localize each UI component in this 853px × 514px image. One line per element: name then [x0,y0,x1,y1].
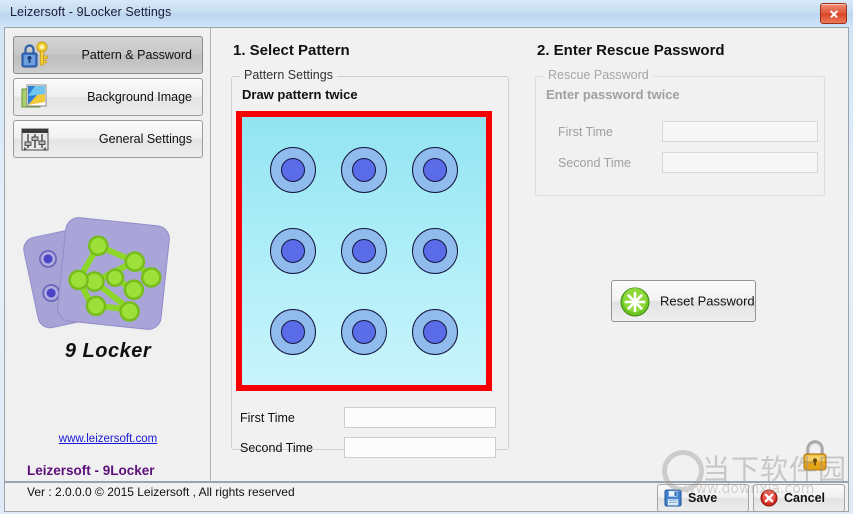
cancel-label: Cancel [784,491,825,505]
pattern-dot-core [351,320,376,345]
green-burst-icon [620,287,650,317]
product-name: 9 Locker [64,340,152,362]
image-icon [19,82,51,112]
pattern-dot[interactable] [411,309,458,356]
pattern-second-time-row: Second Time [240,437,510,459]
lock-key-icon [19,40,51,70]
pattern-dot-core [422,320,447,345]
reset-password-button[interactable]: Reset Password [611,280,756,322]
pattern-column: 1. Select Pattern Pattern Settings Draw … [227,28,517,481]
pattern-dot[interactable] [340,146,387,193]
sidebar-item-pattern-password[interactable]: Pattern & Password [13,36,203,74]
pattern-second-time-input[interactable] [344,437,496,458]
title-bar: Leizersoft - 9Locker Settings [0,0,853,26]
rescue-first-time-label: First Time [558,125,613,139]
pattern-dot-core [281,157,306,182]
padlock-icon [800,439,830,473]
pattern-step-title: 1. Select Pattern [233,42,350,59]
app-window: Leizersoft - 9Locker Settings Pattern & … [0,0,853,514]
rescue-first-time-input[interactable] [662,121,818,142]
pattern-dot[interactable] [340,227,387,274]
floppy-disk-icon [664,489,682,507]
rescue-password-group: Rescue Password Enter password twice Fir… [535,68,825,196]
pattern-instruction: Draw pattern twice [242,87,358,102]
rescue-step-title: 2. Enter Rescue Password [537,42,725,59]
footer-version: Ver : 2.0.0.0 © 2015 Leizersoft , All ri… [27,485,295,499]
pattern-dot[interactable] [411,146,458,193]
sidebar-item-general-settings[interactable]: General Settings [13,120,203,158]
rescue-group-title: Rescue Password [544,68,653,82]
rescue-column: 2. Enter Rescue Password Rescue Password… [531,28,831,481]
pattern-canvas[interactable] [236,111,492,391]
rescue-second-time-label: Second Time [558,156,631,170]
reset-password-label: Reset Password [660,293,755,309]
footer-brand: Leizersoft - 9Locker [27,463,155,478]
sidebar-item-label: Pattern & Password [81,48,192,62]
red-x-icon [760,489,778,507]
window-body: Pattern & Password Background Image Gene… [4,27,849,482]
pattern-second-time-label: Second Time [240,441,313,455]
pattern-dot-core [422,238,447,263]
pattern-dot-core [422,157,447,182]
rescue-first-time-row: First Time [544,121,818,143]
save-label: Save [688,491,718,505]
pattern-dot-grid [242,117,486,385]
pattern-dot-core [281,238,306,263]
pattern-first-time-input[interactable] [344,407,496,428]
rescue-instruction: Enter password twice [546,87,680,102]
sidebar: Pattern & Password Background Image Gene… [5,28,211,481]
rescue-second-time-row: Second Time [544,152,818,174]
pattern-dot-core [281,320,306,345]
window-title: Leizersoft - 9Locker Settings [10,5,172,19]
footer-bar: Leizersoft - 9Locker Ver : 2.0.0.0 © 201… [4,463,849,512]
product-logo [23,208,198,353]
pattern-settings-group: Pattern Settings Draw pattern twice Firs… [231,68,510,458]
pattern-dot[interactable] [340,309,387,356]
sidebar-item-label: Background Image [87,90,192,104]
save-button[interactable]: Save [657,484,749,512]
sidebar-item-label: General Settings [98,132,192,146]
content-area: 1. Select Pattern Pattern Settings Draw … [211,28,848,481]
pattern-group-title: Pattern Settings [240,68,337,82]
pattern-dot-core [351,238,376,263]
close-icon[interactable] [820,3,847,24]
sidebar-item-background-image[interactable]: Background Image [13,78,203,116]
website-link[interactable]: www.leizersoft.com [5,433,211,445]
pattern-dot[interactable] [411,227,458,274]
pattern-dot[interactable] [270,146,317,193]
cancel-button[interactable]: Cancel [753,484,845,512]
rescue-second-time-input[interactable] [662,152,818,173]
pattern-first-time-row: First Time [240,407,510,429]
sliders-icon [19,124,51,154]
pattern-dot[interactable] [270,227,317,274]
pattern-first-time-label: First Time [240,411,295,425]
pattern-dot-core [351,157,376,182]
pattern-dot[interactable] [270,309,317,356]
